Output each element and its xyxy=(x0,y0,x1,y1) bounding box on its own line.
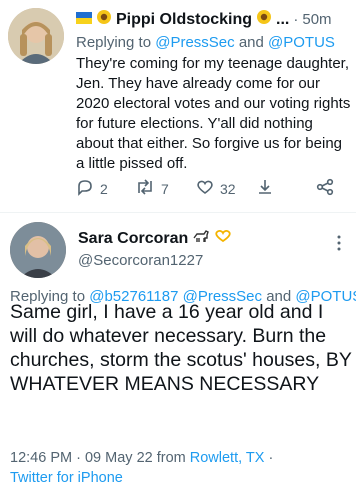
sunflower-icon xyxy=(256,9,272,30)
reply-icon xyxy=(76,178,94,199)
more-icon xyxy=(336,235,342,256)
timestamp[interactable]: 50m xyxy=(302,11,331,28)
mention-link[interactable]: @PressSec xyxy=(155,34,234,51)
from-label: from xyxy=(156,450,186,466)
like-icon xyxy=(196,178,214,199)
share-button[interactable] xyxy=(316,178,334,199)
sunflower-icon xyxy=(96,9,112,30)
avatar[interactable] xyxy=(8,8,64,64)
bookmark-button[interactable] xyxy=(256,178,274,199)
separator: · xyxy=(293,11,299,28)
display-name[interactable]: Sara Corcoran xyxy=(78,230,188,248)
name-truncation: ... xyxy=(276,10,290,28)
reply-button[interactable]: 2 xyxy=(76,178,108,199)
separator: · xyxy=(268,450,274,466)
retweet-count: 7 xyxy=(161,180,169,197)
avatar[interactable] xyxy=(10,222,66,278)
tweet-reply: Pippi Oldstocking ... · 50m Replying to … xyxy=(0,0,356,212)
mention-link[interactable]: @POTUS xyxy=(268,34,335,51)
heart-hands-icon xyxy=(214,229,232,248)
donkey-icon xyxy=(192,228,210,249)
timestamp[interactable]: 12:46 PM xyxy=(10,450,72,466)
location-link[interactable]: Rowlett, TX xyxy=(190,450,265,466)
share-icon xyxy=(316,178,334,199)
action-bar: 2 7 32 xyxy=(76,178,346,200)
retweet-button[interactable]: 7 xyxy=(135,178,169,199)
separator: · xyxy=(76,450,81,466)
tweet-text: Same girl, I have a 16 year old and I wi… xyxy=(10,301,352,395)
divider xyxy=(0,212,356,213)
handle[interactable]: @Secorcoran1227 xyxy=(78,252,203,269)
more-button[interactable] xyxy=(336,234,342,257)
retweet-icon xyxy=(135,178,155,199)
reply-count: 2 xyxy=(100,180,108,197)
replying-joiner: and xyxy=(238,34,264,51)
date[interactable]: 09 May 22 xyxy=(85,450,153,466)
client-link[interactable]: Twitter for iPhone xyxy=(10,470,123,486)
tweet-text: They're coming for my teenage daughter, … xyxy=(76,55,351,172)
display-name[interactable]: Pippi Oldstocking xyxy=(116,11,252,29)
like-button[interactable]: 32 xyxy=(196,178,236,199)
flag-icon xyxy=(76,11,92,29)
download-icon xyxy=(256,178,274,199)
replying-label: Replying to xyxy=(76,34,152,51)
like-count: 32 xyxy=(220,180,236,197)
